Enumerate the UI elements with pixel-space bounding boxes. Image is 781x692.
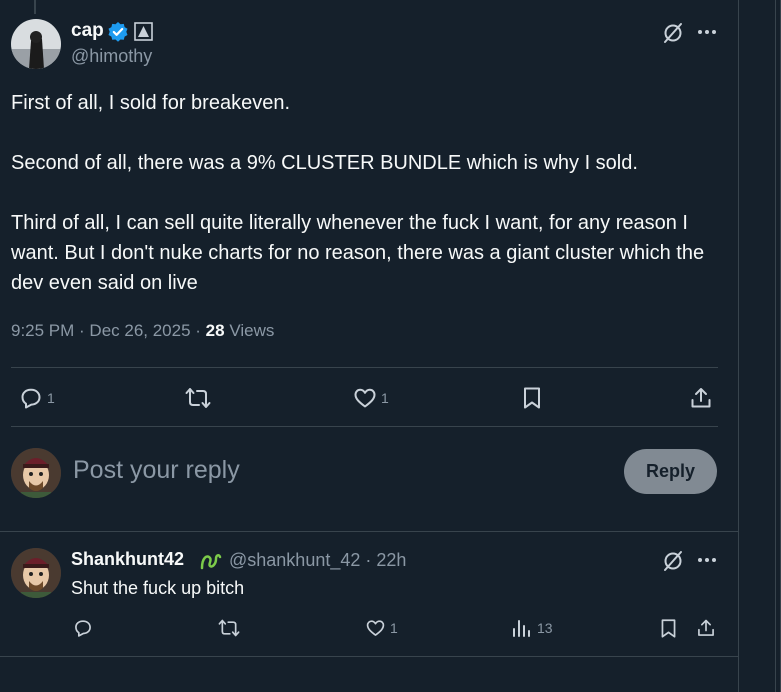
tweet-paragraph: Second of all, there was a 9% CLUSTER BU… <box>11 152 638 174</box>
bookmark-button[interactable] <box>659 618 678 639</box>
grok-icon[interactable] <box>661 21 685 45</box>
reply-icon <box>21 388 41 409</box>
views-count: 13 <box>537 620 553 636</box>
like-button[interactable]: 1 <box>365 618 398 638</box>
like-icon <box>354 388 376 408</box>
reply-author-avatar[interactable] <box>11 548 61 598</box>
share-icon <box>691 388 711 408</box>
more-icon[interactable] <box>696 25 718 39</box>
views-button[interactable]: 13 <box>511 618 553 638</box>
views-icon <box>513 620 530 637</box>
tweet-time[interactable]: 9:25 PM <box>11 321 74 340</box>
author-handle[interactable]: @himothy <box>71 46 152 67</box>
author-name[interactable]: cap <box>71 20 104 42</box>
bookmark-icon <box>524 387 540 409</box>
share-icon <box>698 619 714 636</box>
divider <box>0 656 739 657</box>
verified-badge-icon <box>108 22 128 42</box>
more-icon[interactable] <box>696 553 718 567</box>
reply-author-handle[interactable]: @shankhunt_42 <box>229 550 360 570</box>
tweet-paragraph: First of all, I sold for breakeven. <box>11 92 291 114</box>
like-count: 1 <box>381 390 389 406</box>
scrollbar[interactable] <box>775 0 781 692</box>
like-icon <box>366 620 385 636</box>
affiliate-badge-icon[interactable] <box>134 22 153 41</box>
reply-author-handle-line: @shankhunt_42 · 22h <box>229 550 407 570</box>
post-column: cap @himothy First of all, I sold for br… <box>0 0 739 692</box>
reply-time[interactable]: 22h <box>376 550 406 570</box>
divider <box>11 426 718 427</box>
repost-icon <box>218 619 240 637</box>
views-count: 28 <box>205 321 225 340</box>
views-label: Views <box>229 321 275 340</box>
reply-author-name[interactable]: Shankhunt42 <box>71 549 184 570</box>
reply-input[interactable]: Post your reply <box>73 456 240 485</box>
repost-icon <box>185 388 211 408</box>
like-button[interactable]: 1 <box>353 386 389 410</box>
user-avatar[interactable] <box>11 448 61 498</box>
repost-button[interactable] <box>185 386 211 410</box>
tweet-meta: 9:25 PM · Dec 26, 2025 · 28 Views <box>11 321 275 340</box>
like-count: 1 <box>390 620 398 636</box>
tweet-paragraph: Third of all, I can sell quite literally… <box>11 212 705 294</box>
repost-button[interactable] <box>218 618 240 638</box>
reply-icon <box>75 620 91 637</box>
reply-submit-button[interactable]: Reply <box>624 449 717 494</box>
bookmark-icon <box>661 619 676 638</box>
author-avatar[interactable] <box>11 19 61 69</box>
bookmark-button[interactable] <box>521 386 543 410</box>
affiliate-badge-icon[interactable] <box>199 550 223 572</box>
tweet-date[interactable]: Dec 26, 2025 <box>89 321 190 340</box>
share-button[interactable] <box>696 618 716 638</box>
thread-line <box>34 0 36 14</box>
tweet-text: First of all, I sold for breakeven. Seco… <box>11 88 711 328</box>
grok-icon[interactable] <box>661 549 685 573</box>
divider <box>11 367 718 368</box>
reply-button[interactable] <box>73 618 93 638</box>
reply-count: 1 <box>47 390 55 406</box>
share-button[interactable] <box>689 386 713 410</box>
divider <box>0 531 739 532</box>
reply-button[interactable]: 1 <box>19 386 55 410</box>
reply-text: Shut the fuck up bitch <box>71 578 245 598</box>
